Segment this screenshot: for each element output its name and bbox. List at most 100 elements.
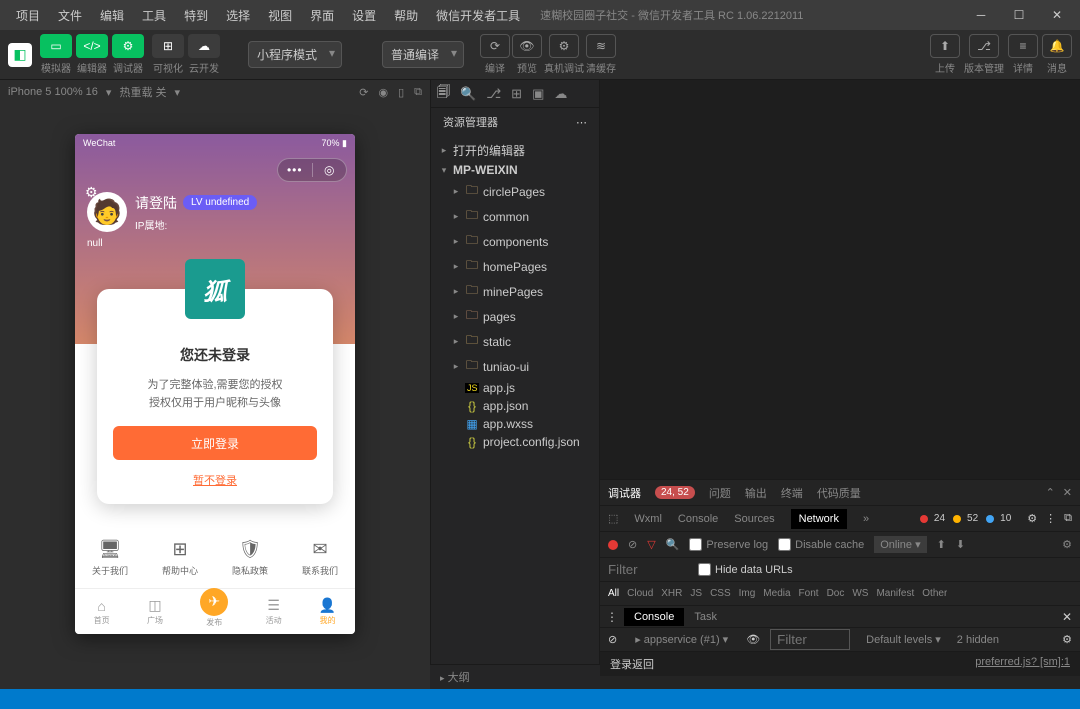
capsule-close-icon[interactable]: ◎ [313, 163, 347, 177]
capsule-menu-icon[interactable]: ••• [278, 163, 312, 177]
toolbar-button[interactable]: </> [76, 34, 108, 58]
toolbar-button[interactable]: ▭ [40, 34, 72, 58]
grid-item[interactable]: ✉联系我们 [302, 539, 338, 577]
download-icon[interactable]: ⬇ [956, 538, 965, 551]
throttle-select[interactable]: Online ▾ [874, 536, 926, 553]
toolbar-action[interactable]: ⚙ [549, 34, 579, 58]
type-filter[interactable]: XHR [661, 588, 682, 599]
project-root[interactable]: ▾MP-WEIXIN [431, 161, 599, 179]
tree-item[interactable]: ▸🗀tuniao-ui [431, 354, 599, 379]
type-filter[interactable]: All [608, 588, 619, 599]
tree-item[interactable]: ▸🗀static [431, 329, 599, 354]
menu-item[interactable]: 界面 [302, 3, 342, 28]
close-icon[interactable]: ✕ [1063, 486, 1072, 499]
tree-item[interactable]: ▸🗀homePages [431, 254, 599, 279]
search-tab-icon[interactable]: 🔍 [460, 86, 476, 102]
toolbar-button[interactable]: ☁ [188, 34, 220, 58]
filter-input[interactable] [608, 562, 688, 577]
menu-item[interactable]: 编辑 [92, 3, 132, 28]
disable-cache-checkbox[interactable]: Disable cache [778, 538, 864, 551]
type-filter[interactable]: CSS [710, 588, 731, 599]
tab-item[interactable]: ⌂首页 [94, 598, 110, 626]
type-filter[interactable]: Font [799, 588, 819, 599]
toolbar-action[interactable]: ⟳ [480, 34, 510, 58]
toolbar-right-action[interactable]: ⬆ [930, 34, 960, 58]
tab-item[interactable]: ◫广场 [147, 597, 163, 626]
console-filter-input[interactable] [770, 629, 850, 650]
dock-icon[interactable]: ⧉ [1064, 512, 1072, 525]
console-tab[interactable]: Console [678, 513, 718, 525]
preserve-log-checkbox[interactable]: Preserve log [689, 538, 768, 551]
branch-tab-icon[interactable]: ⎇ [486, 86, 501, 102]
minimize-button[interactable]: ─ [966, 0, 996, 30]
skip-login-link[interactable]: 暂不登录 [193, 472, 237, 488]
login-button[interactable]: 立即登录 [113, 426, 317, 460]
tree-item[interactable]: JSapp.js [431, 379, 599, 397]
cloud-tab-icon[interactable]: ☁ [554, 86, 567, 102]
type-filter[interactable]: JS [690, 588, 702, 599]
open-editors-section[interactable]: ▸打开的编辑器 [431, 140, 599, 161]
tree-item[interactable]: ▸🗀pages [431, 304, 599, 329]
clear-console-icon[interactable]: ⊘ [608, 633, 617, 646]
type-filter[interactable]: Other [922, 588, 947, 599]
menu-item[interactable]: 工具 [134, 3, 174, 28]
tree-item[interactable]: ▸🗀minePages [431, 279, 599, 304]
search-icon[interactable]: 🔍 [666, 538, 680, 551]
hide-urls-checkbox[interactable]: Hide data URLs [698, 563, 793, 576]
popout-icon[interactable]: ⧉ [414, 86, 422, 99]
ext-tab-icon[interactable]: ⊞ [511, 86, 522, 102]
type-filter[interactable]: WS [852, 588, 868, 599]
tree-item[interactable]: {}app.json [431, 397, 599, 415]
record-icon[interactable]: ◉ [378, 86, 388, 99]
type-filter[interactable]: Doc [827, 588, 845, 599]
type-filter[interactable]: Manifest [876, 588, 914, 599]
levels-select[interactable]: Default levels ▾ [860, 631, 947, 648]
more-icon[interactable]: ⋯ [576, 116, 587, 129]
eye-icon[interactable]: 👁 [746, 633, 760, 646]
menu-item[interactable]: 文件 [50, 3, 90, 28]
outline-section[interactable]: ▸ 大纲 [430, 664, 600, 689]
menu-item[interactable]: 项目 [8, 3, 48, 28]
quality-tab[interactable]: 代码质量 [817, 485, 861, 501]
gear-icon[interactable]: ⚙ [1062, 538, 1072, 551]
grid-item[interactable]: ⊞帮助中心 [162, 539, 198, 577]
more-tabs-icon[interactable]: » [863, 513, 869, 525]
tree-item[interactable]: ▸🗀circlePages [431, 179, 599, 204]
chevron-down-icon[interactable]: ▾ [106, 86, 112, 99]
menu-item[interactable]: 帮助 [386, 3, 426, 28]
output-tab[interactable]: 输出 [745, 485, 767, 501]
hidden-count[interactable]: 2 hidden [957, 634, 999, 646]
upload-icon[interactable]: ⬆ [937, 538, 946, 551]
network-tab[interactable]: Network [791, 509, 847, 529]
gear-icon[interactable]: ⚙ [85, 184, 98, 201]
tab-item[interactable]: ✈发布 [200, 596, 228, 628]
tab-item[interactable]: 👤我的 [319, 597, 336, 626]
toolbar-action[interactable]: 👁 [512, 34, 542, 58]
toolbar-action[interactable]: ≋ [586, 34, 616, 58]
phone-icon[interactable]: ▯ [398, 86, 404, 99]
more-icon[interactable]: ⋮ [1045, 512, 1056, 525]
gear-icon[interactable]: ⚙ [1027, 512, 1037, 525]
grid-item[interactable]: 🛡隐私政策 [232, 539, 268, 577]
refresh-icon[interactable]: ⟳ [359, 86, 368, 99]
grid-item[interactable]: 🖥关于我们 [92, 539, 128, 577]
gear-icon[interactable]: ⚙ [1062, 633, 1072, 646]
toolbar-button[interactable]: ⚙ [112, 34, 144, 58]
tree-item[interactable]: ▸🗀components [431, 229, 599, 254]
type-filter[interactable]: Cloud [627, 588, 653, 599]
capsule-button[interactable]: ••• ◎ [277, 158, 347, 182]
tree-item[interactable]: ▸🗀common [431, 204, 599, 229]
terminal-tab[interactable]: 终端 [781, 485, 803, 501]
inspect-icon[interactable]: ⬚ [608, 512, 618, 525]
device-label[interactable]: iPhone 5 100% 16 [8, 86, 98, 98]
toolbar-right-action[interactable]: ≡ [1008, 34, 1038, 58]
drawer-menu-icon[interactable]: ⋮ [600, 610, 624, 624]
user-name[interactable]: 请登陆 [135, 193, 177, 213]
wxml-tab[interactable]: Wxml [634, 513, 662, 525]
debugger-tab[interactable]: 调试器 [608, 485, 641, 501]
reload-label[interactable]: 热重载 关 [119, 84, 166, 100]
toolbar-right-action[interactable]: 🔔 [1042, 34, 1072, 58]
drawer-task-tab[interactable]: Task [684, 608, 727, 626]
tab-item[interactable]: ☰活动 [266, 597, 282, 626]
log-source-link[interactable]: preferred.js? [sm]:1 [975, 656, 1070, 672]
